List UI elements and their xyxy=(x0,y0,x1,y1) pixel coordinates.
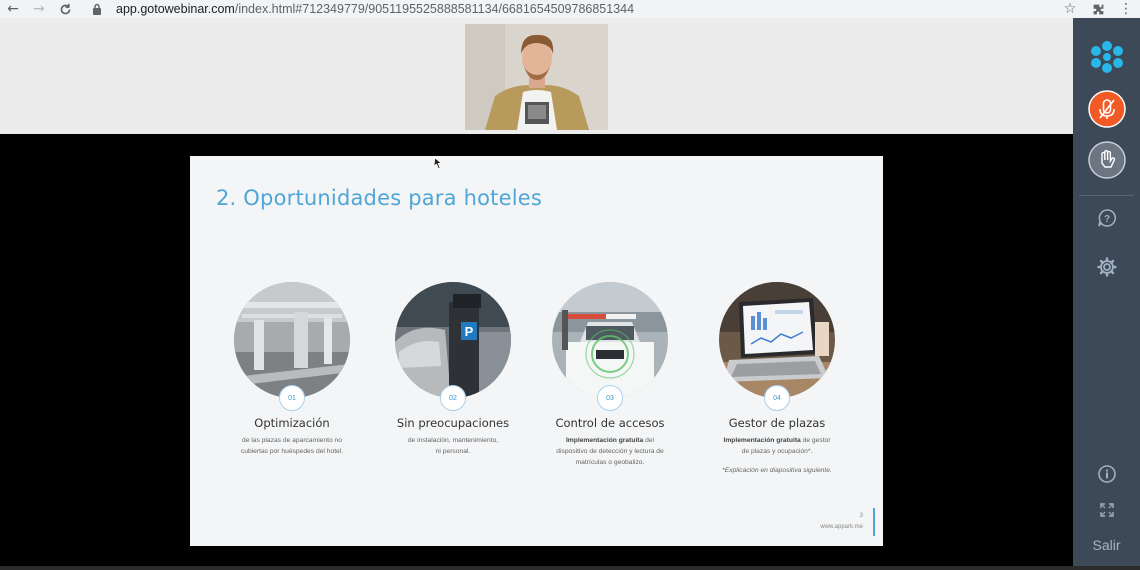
feature-number-badge: 03 xyxy=(597,385,623,411)
bottom-border xyxy=(0,566,1140,570)
forward-arrow-icon[interactable]: → xyxy=(26,0,52,18)
microphone-muted-icon xyxy=(1087,90,1126,128)
feature-title: Optimización xyxy=(254,416,330,430)
feature-number-badge: 04 xyxy=(764,385,790,411)
reload-icon[interactable] xyxy=(52,0,78,18)
raise-hand-icon xyxy=(1087,141,1126,179)
feature-note: *Explicación en diapositiva siguiente. xyxy=(722,467,832,474)
microphone-muted-button[interactable] xyxy=(1073,90,1140,128)
gear-icon xyxy=(1096,257,1117,277)
presentation-stage: 2. Oportunidades para hoteles 01 Optimiz… xyxy=(0,134,1073,570)
desc-line: de las plazas de aparcamiento no xyxy=(241,437,342,444)
access-barrier-image xyxy=(552,282,668,398)
feature-gestor-plazas: 04 Gestor de plazas Implementación gratu… xyxy=(692,282,862,474)
svg-text:?: ? xyxy=(1103,214,1109,225)
slide-footer-url: www.appark.me xyxy=(820,524,863,530)
desc-line: Implementación gratuita del xyxy=(525,435,695,446)
panel-divider xyxy=(1079,195,1134,196)
feature-optimizacion: 01 Optimización de las plazas de aparcam… xyxy=(207,282,377,457)
desc-line: de plazas y ocupación*. xyxy=(741,448,813,455)
info-icon xyxy=(1097,465,1116,483)
hand-cursor-icon xyxy=(433,156,443,169)
webinar-control-panel: ? Salir xyxy=(1073,18,1140,570)
parking-garage-image xyxy=(234,282,350,398)
question-button[interactable]: ? xyxy=(1073,208,1140,228)
feature-number-badge: 02 xyxy=(440,385,466,411)
fullscreen-button[interactable] xyxy=(1073,502,1140,518)
slide-page-number: 3 xyxy=(859,513,863,519)
url-path: /index.html#712349779/905119552588858113… xyxy=(234,2,635,16)
feature-sin-preocupaciones: P 02 Sin preocupaciones de instalación, … xyxy=(368,282,538,457)
browser-toolbar: ← → app.gotowebinar.com/index.html#71234… xyxy=(0,0,1140,18)
desc-rest: del xyxy=(643,437,655,444)
feature-control-accesos: 03 Control de accesos Implementación gra… xyxy=(525,282,695,468)
feature-title: Control de accesos xyxy=(555,416,665,430)
url-host: app.gotowebinar.com xyxy=(116,2,235,16)
settings-button[interactable] xyxy=(1073,257,1140,277)
feature-description: de las plazas de aparcamiento no cubiert… xyxy=(207,435,377,457)
address-bar[interactable]: app.gotowebinar.com/index.html#712349779… xyxy=(92,0,634,18)
desc-line: ni personal. xyxy=(435,448,471,455)
webcam-area xyxy=(0,18,1073,134)
feature-title: Sin preocupaciones xyxy=(396,416,510,430)
feature-description: Implementación gratuita de gestor de pla… xyxy=(692,435,862,457)
menu-dots-icon[interactable]: ⋮ xyxy=(1112,0,1140,18)
fullscreen-icon xyxy=(1099,503,1114,517)
parking-meter-image: P xyxy=(395,282,511,398)
laptop-dashboard-image xyxy=(719,282,835,398)
back-arrow-icon[interactable]: ← xyxy=(0,0,26,18)
presenter-webcam xyxy=(465,24,608,130)
feature-title: Gestor de plazas xyxy=(728,416,826,430)
raise-hand-button[interactable] xyxy=(1073,141,1140,179)
extensions-icon[interactable] xyxy=(1084,0,1112,18)
slide-footer-bar xyxy=(873,508,875,536)
desc-line: cubiertas por huéspedes del hotel. xyxy=(240,448,344,455)
star-icon[interactable]: ☆ xyxy=(1056,0,1084,18)
desc-line: matrículas o geobalizo. xyxy=(575,459,645,466)
desc-bold: Implementación gratuita xyxy=(565,437,644,444)
desc-line: dispositivo de detección y lectura de xyxy=(556,448,664,455)
exit-button[interactable]: Salir xyxy=(1073,537,1140,553)
question-icon: ? xyxy=(1097,209,1116,227)
desc-bold: Implementación gratuita xyxy=(723,437,801,444)
gotowebinar-logo-icon xyxy=(1073,40,1140,74)
svg-text:P: P xyxy=(465,324,474,339)
feature-description: de instalación, mantenimiento, ni person… xyxy=(368,435,538,457)
desc-rest: de gestor xyxy=(800,437,831,444)
slide-title: 2. Oportunidades para hoteles xyxy=(216,186,542,210)
feature-description: Implementación gratuita del dispositivo … xyxy=(525,435,695,468)
feature-number-badge: 01 xyxy=(279,385,305,411)
lock-icon xyxy=(92,3,108,15)
info-button[interactable] xyxy=(1073,464,1140,484)
presentation-slide: 2. Oportunidades para hoteles 01 Optimiz… xyxy=(190,156,883,546)
desc-line: de instalación, mantenimiento, xyxy=(407,437,499,444)
desc-line: Implementación gratuita de gestor xyxy=(692,435,862,446)
